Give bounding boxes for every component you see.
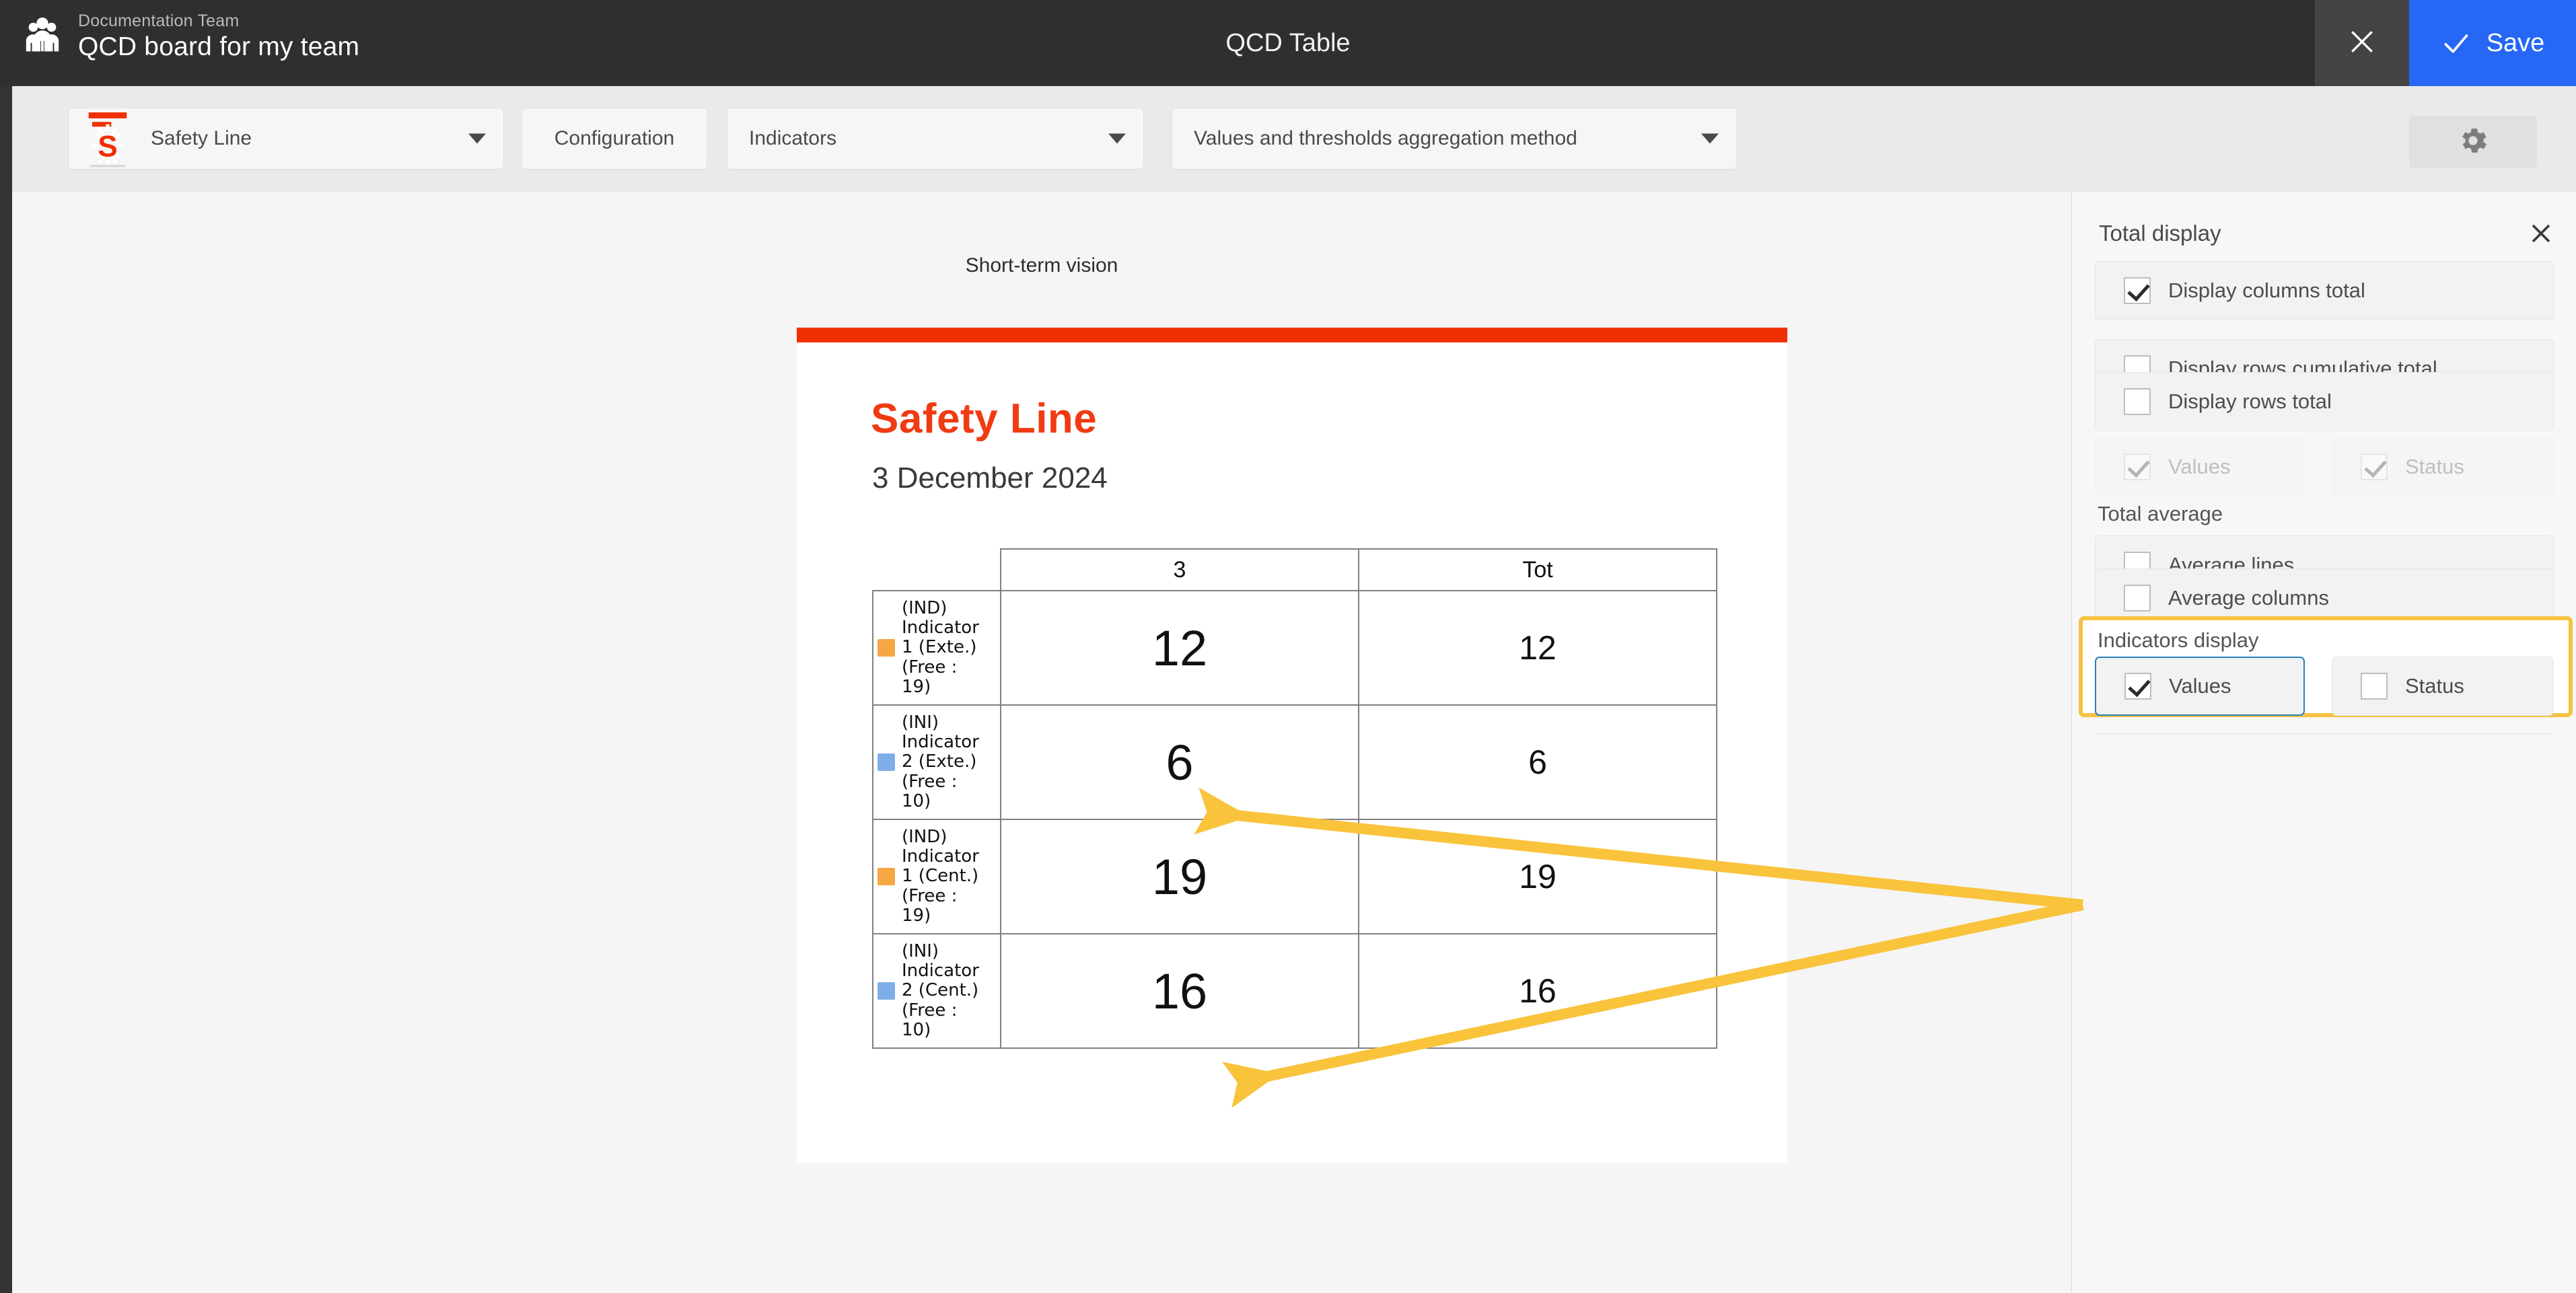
table-row: (INI) Indicator 2 (Exte.) (Free :10) 6 6: [872, 704, 1717, 820]
aggregation-method-label: Values and thresholds aggregation method: [1194, 127, 1577, 149]
gear-icon: [2456, 124, 2490, 161]
cell-value-6: 6: [1000, 704, 1359, 820]
table-row: (IND) Indicator 1 (Cent.) (Free :19) 19 19: [872, 819, 1717, 934]
checkbox-icon[interactable]: [2124, 585, 2151, 612]
chevron-down-icon: [468, 133, 486, 144]
safety-line-sunburst-icon: S: [83, 108, 132, 170]
check-icon: [2441, 28, 2470, 58]
table-header-row: 3 Tot: [873, 548, 1717, 591]
checkbox-icon[interactable]: [2124, 388, 2151, 415]
option-total-status-disabled: Status: [2332, 437, 2554, 496]
option-label: Values: [2169, 674, 2231, 698]
save-button-label: Save: [2486, 28, 2545, 57]
row-label-cell: (IND) Indicator 1 (Exte.) (Free :19): [872, 590, 1001, 706]
report-accent-bar: [797, 328, 1787, 342]
indicator-label: (IND) Indicator 1 (Cent.) (Free :19): [902, 827, 979, 926]
cell-value-19: 19: [1000, 819, 1359, 934]
column-header-period: 3: [1000, 548, 1359, 591]
option-indicators-values[interactable]: Values: [2095, 657, 2305, 716]
indicator-color-swatch: [878, 867, 895, 885]
option-display-rows-total[interactable]: Display rows total: [2095, 372, 2554, 431]
header-team-name: Documentation Team: [78, 11, 240, 30]
settings-button[interactable]: [2409, 116, 2537, 168]
option-label: Average columns: [2168, 586, 2329, 609]
row-label-cell: (INI) Indicator 2 (Exte.) (Free :10): [872, 704, 1001, 820]
report-date: 3 December 2024: [872, 461, 1108, 494]
section-heading-indicators-display: Indicators display: [2098, 628, 2259, 652]
row-label-cell: (IND) Indicator 1 (Cent.) (Free :19): [872, 819, 1001, 934]
option-label: Status: [2405, 455, 2464, 478]
panel-title: Total display: [2099, 221, 2221, 246]
indicators-selector-label: Indicators: [749, 127, 837, 149]
people-group-icon: [22, 16, 63, 58]
cell-total-16: 16: [1358, 933, 1717, 1049]
option-label: Display rows total: [2168, 390, 2332, 413]
toolbar: S Safety Line Configuration Indicators V…: [12, 86, 2576, 192]
left-edge-rail: [0, 0, 12, 1293]
app-window: Documentation Team QCD board for my team…: [0, 0, 2576, 1293]
line-selector[interactable]: S Safety Line: [68, 108, 504, 170]
vision-label: Short-term vision: [965, 254, 1118, 276]
option-display-columns-total[interactable]: Display columns total: [2095, 261, 2554, 320]
report-title: Safety Line: [871, 396, 1098, 442]
indicator-color-swatch: [878, 982, 895, 1000]
app-header: Documentation Team QCD board for my team…: [0, 0, 2576, 86]
panel-divider: [2095, 733, 2554, 734]
cell-total-12: 12: [1358, 590, 1717, 706]
indicator-color-swatch: [878, 638, 895, 657]
header-brand: Documentation Team QCD board for my team: [22, 11, 359, 63]
indicator-label: (INI) Indicator 2 (Exte.) (Free :10): [902, 712, 979, 811]
table-row: (INI) Indicator 2 (Cent.) (Free :10) 16 16: [872, 933, 1717, 1049]
configuration-button-label: Configuration: [554, 127, 675, 149]
checkbox-icon: [2361, 453, 2388, 480]
board-canvas: Short-term vision Safety Line 3 December…: [12, 192, 2071, 1293]
indicator-label: (INI) Indicator 2 (Cent.) (Free :10): [902, 941, 979, 1040]
checkbox-icon[interactable]: [2124, 277, 2151, 304]
report-card: Safety Line 3 December 2024 3 Tot (IND) I…: [797, 328, 1787, 1163]
close-button[interactable]: [2315, 0, 2409, 86]
table-corner-cell: [873, 549, 1001, 591]
option-label: Display columns total: [2168, 279, 2365, 302]
line-selector-label: Safety Line: [151, 127, 252, 149]
qcd-data-table: 3 Tot (IND) Indicator 1 (Exte.) (Free :19) 1…: [872, 548, 1717, 1049]
header-board-title: QCD board for my team: [78, 32, 360, 62]
panel-close-button[interactable]: [2529, 221, 2553, 246]
save-button[interactable]: Save: [2409, 0, 2576, 86]
svg-text:S: S: [98, 131, 118, 163]
row-label-cell: (INI) Indicator 2 (Cent.) (Free :10): [872, 933, 1001, 1049]
aggregation-method-selector[interactable]: Values and thresholds aggregation method: [1172, 108, 1737, 170]
table-header: 3 Tot: [873, 548, 1717, 591]
option-indicators-status[interactable]: Status: [2332, 657, 2554, 716]
cell-total-19: 19: [1358, 819, 1717, 934]
total-display-panel: Total display Display columns total Disp…: [2071, 192, 2576, 1293]
column-header-total: Tot: [1358, 548, 1717, 591]
checkbox-icon[interactable]: [2361, 673, 2388, 700]
cell-value-16: 16: [1000, 933, 1359, 1049]
panel-header: Total display: [2099, 217, 2553, 250]
chevron-down-icon: [1701, 133, 1719, 144]
checkbox-icon[interactable]: [2124, 673, 2151, 700]
option-label: Status: [2405, 674, 2464, 698]
option-total-values-disabled: Values: [2095, 437, 2305, 496]
header-center-title: QCD Table: [1225, 28, 1351, 57]
table-body: (IND) Indicator 1 (Exte.) (Free :19) 12 12 (IN…: [872, 590, 1717, 1049]
close-icon: [2347, 27, 2377, 60]
cell-value-12: 12: [1000, 590, 1359, 706]
indicators-selector[interactable]: Indicators: [727, 108, 1144, 170]
option-label: Values: [2168, 455, 2231, 478]
indicator-label: (IND) Indicator 1 (Exte.) (Free :19): [902, 598, 979, 697]
checkbox-icon: [2124, 453, 2151, 480]
indicator-color-swatch: [878, 753, 895, 771]
chevron-down-icon: [1108, 133, 1126, 144]
cell-total-6: 6: [1358, 704, 1717, 820]
configuration-button[interactable]: Configuration: [522, 108, 707, 170]
section-heading-total-average: Total average: [2098, 502, 2223, 525]
table-row: (IND) Indicator 1 (Exte.) (Free :19) 12 12: [872, 590, 1717, 706]
